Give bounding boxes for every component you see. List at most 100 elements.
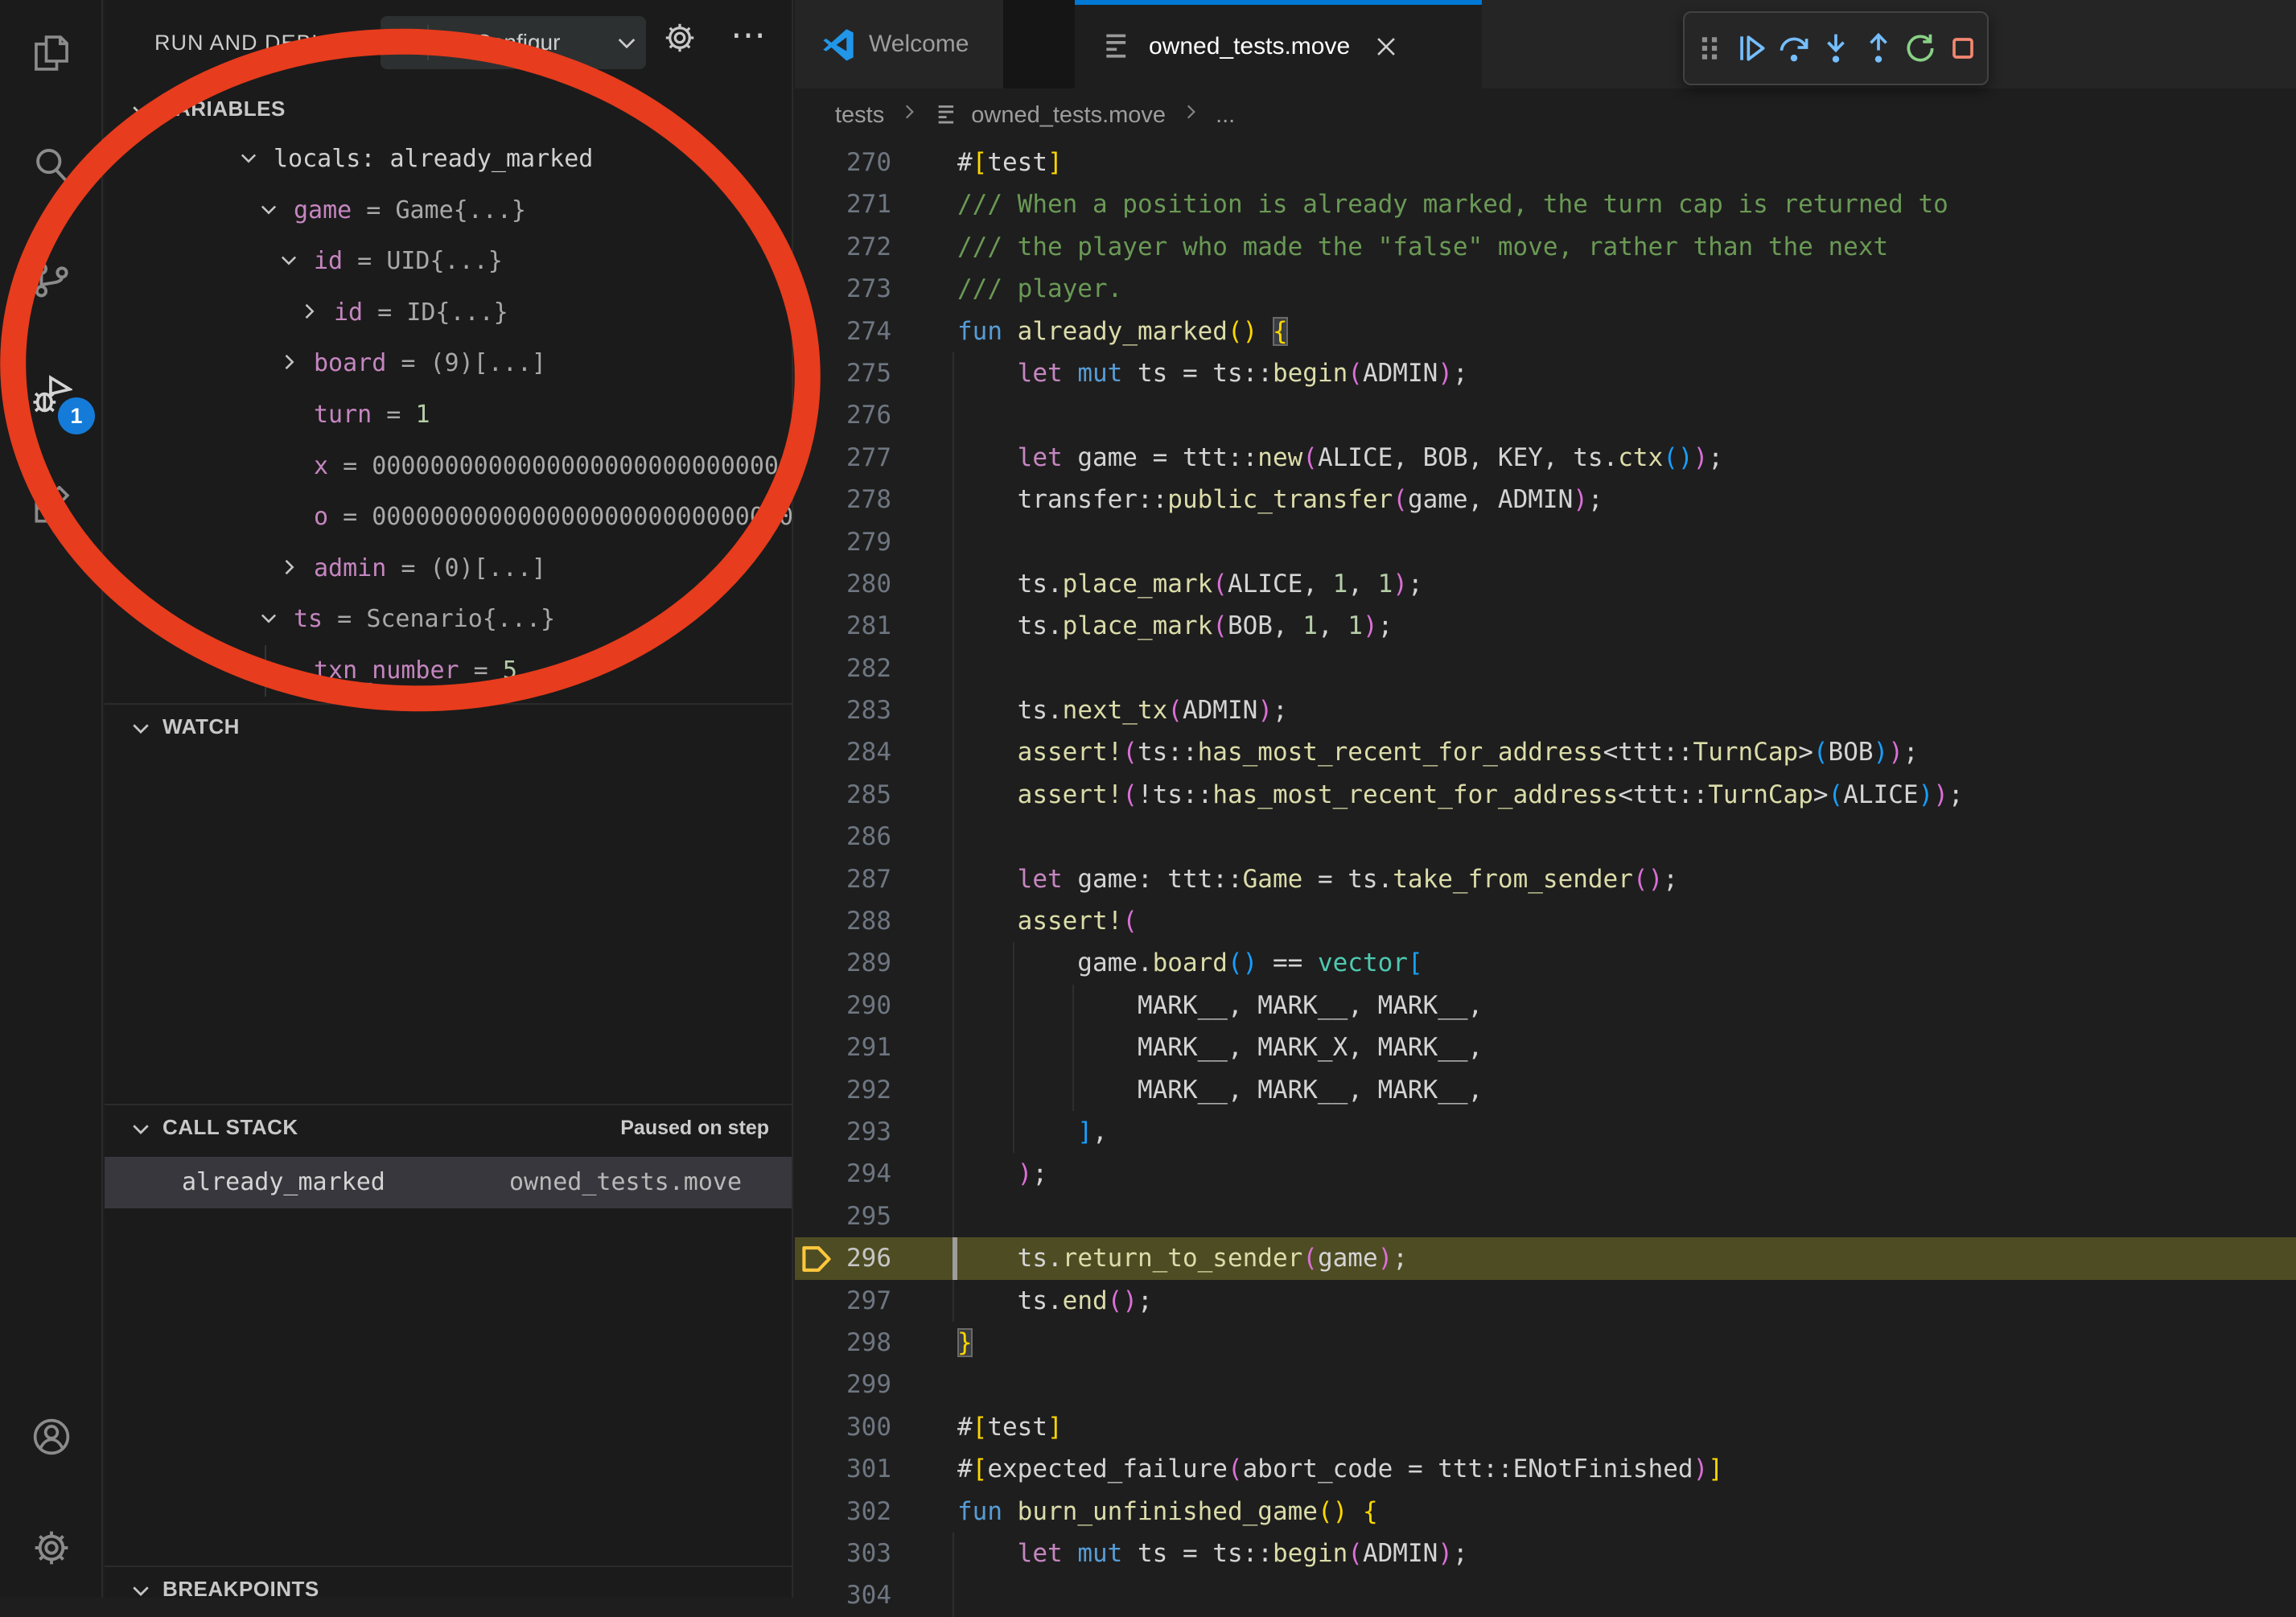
line-number[interactable]: 275: [795, 352, 891, 394]
code-line[interactable]: 271/// When a position is already marked…: [795, 183, 2296, 225]
line-number[interactable]: 304: [795, 1574, 891, 1616]
line-number[interactable]: 299: [795, 1364, 891, 1405]
code-editor[interactable]: 270#[test]271/// When a position is alre…: [795, 142, 2296, 1598]
more-actions-icon[interactable]: ⋯: [730, 14, 766, 56]
step-over-icon[interactable]: [1776, 31, 1812, 66]
variable-row[interactable]: ts = Scenario{...}: [105, 594, 792, 645]
line-number[interactable]: 278: [795, 479, 891, 520]
code-line[interactable]: 304: [795, 1574, 2296, 1616]
code-line[interactable]: 281 ts.place_mark(BOB, 1, 1);: [795, 605, 2296, 647]
tab-owned-tests-move[interactable]: owned_tests.move: [1075, 0, 1482, 88]
code-line[interactable]: 277 let game = ttt::new(ALICE, BOB, KEY,…: [795, 437, 2296, 479]
chevron-right-icon[interactable]: [278, 556, 300, 585]
code-line[interactable]: 292 MARK__, MARK__, MARK__,: [795, 1069, 2296, 1111]
code-line[interactable]: 298}: [795, 1322, 2296, 1364]
line-number[interactable]: 295: [795, 1195, 891, 1237]
line-number[interactable]: 271: [795, 183, 891, 225]
code-line[interactable]: 303 let mut ts = ts::begin(ADMIN);: [795, 1533, 2296, 1574]
code-line[interactable]: 295: [795, 1195, 2296, 1237]
code-line[interactable]: 278 transfer::public_transfer(game, ADMI…: [795, 479, 2296, 520]
code-line[interactable]: 276: [795, 394, 2296, 436]
code-line[interactable]: 274fun already_marked() {: [795, 311, 2296, 352]
chevron-down-icon[interactable]: [237, 146, 260, 175]
code-line[interactable]: 291 MARK__, MARK_X, MARK__,: [795, 1027, 2296, 1068]
line-number[interactable]: 276: [795, 394, 891, 436]
line-number[interactable]: 283: [795, 689, 891, 731]
line-number[interactable]: 303: [795, 1533, 891, 1574]
code-line[interactable]: 275 let mut ts = ts::begin(ADMIN);: [795, 352, 2296, 394]
line-number[interactable]: 292: [795, 1069, 891, 1111]
line-number[interactable]: 294: [795, 1153, 891, 1195]
chevron-down-icon[interactable]: [278, 249, 300, 278]
stop-icon[interactable]: [1945, 31, 1981, 66]
step-into-icon[interactable]: [1818, 31, 1854, 66]
line-number[interactable]: 290: [795, 985, 891, 1027]
code-line[interactable]: 289 game.board() == vector[: [795, 942, 2296, 984]
variable-row[interactable]: admin = (0)[...]: [105, 543, 792, 595]
close-tab-icon[interactable]: [1372, 33, 1400, 60]
line-number[interactable]: 286: [795, 816, 891, 858]
code-line[interactable]: 296 ts.return_to_sender(game);: [795, 1237, 2296, 1279]
call-stack-section-header[interactable]: CALL STACK Paused on step: [105, 1105, 792, 1150]
restart-icon[interactable]: [1903, 31, 1938, 66]
variable-row[interactable]: id = ID{...}: [105, 287, 792, 339]
chevron-down-icon[interactable]: [257, 607, 280, 636]
line-number[interactable]: 291: [795, 1027, 891, 1068]
settings-gear-icon[interactable]: [31, 1527, 72, 1569]
watch-section-header[interactable]: WATCH: [105, 705, 792, 750]
line-number[interactable]: 302: [795, 1491, 891, 1533]
line-number[interactable]: 285: [795, 774, 891, 816]
breadcrumb-item-tests[interactable]: tests: [835, 102, 884, 129]
variable-row[interactable]: board = (9)[...]: [105, 338, 792, 389]
line-number[interactable]: 293: [795, 1111, 891, 1153]
variable-row[interactable]: x = 0000000000000000000000000000000000…: [105, 441, 792, 492]
line-number[interactable]: 272: [795, 226, 891, 268]
line-number[interactable]: 270: [795, 142, 891, 183]
variable-row[interactable]: txn_number = 5: [105, 645, 792, 697]
tab-welcome[interactable]: Welcome: [795, 0, 1003, 88]
line-number[interactable]: 273: [795, 268, 891, 310]
chevron-right-icon[interactable]: [278, 351, 300, 380]
line-number[interactable]: 287: [795, 858, 891, 900]
call-stack-frame[interactable]: already_marked owned_tests.move: [105, 1157, 792, 1208]
line-number[interactable]: 281: [795, 605, 891, 647]
breakpoints-section-header[interactable]: BREAKPOINTS: [105, 1567, 792, 1612]
line-number[interactable]: 300: [795, 1406, 891, 1448]
code-line[interactable]: 283 ts.next_tx(ADMIN);: [795, 689, 2296, 731]
code-line[interactable]: 294 );: [795, 1153, 2296, 1195]
continue-icon[interactable]: [1734, 31, 1769, 66]
line-number[interactable]: 284: [795, 731, 891, 773]
code-line[interactable]: 297 ts.end();: [795, 1280, 2296, 1322]
variable-row[interactable]: o = 0000000000000000000000000000000000…: [105, 492, 792, 543]
code-line[interactable]: 285 assert!(!ts::has_most_recent_for_add…: [795, 774, 2296, 816]
code-line[interactable]: 299: [795, 1364, 2296, 1405]
line-number[interactable]: 282: [795, 648, 891, 689]
line-number[interactable]: 288: [795, 900, 891, 942]
code-line[interactable]: 288 assert!(: [795, 900, 2296, 942]
step-out-icon[interactable]: [1861, 31, 1896, 66]
variable-row[interactable]: game = Game{...}: [105, 185, 792, 237]
breadcrumb-item-symbol[interactable]: ...: [1216, 102, 1235, 129]
variables-section-header[interactable]: VARIABLES: [105, 87, 792, 132]
search-icon[interactable]: [31, 145, 72, 187]
drag-handle-icon[interactable]: [1692, 31, 1727, 66]
code-line[interactable]: 284 assert!(ts::has_most_recent_for_addr…: [795, 731, 2296, 773]
code-line[interactable]: 293 ],: [795, 1111, 2296, 1153]
code-line[interactable]: 287 let game: ttt::Game = ts.take_from_s…: [795, 858, 2296, 900]
code-line[interactable]: 300#[test]: [795, 1406, 2296, 1448]
line-number[interactable]: 301: [795, 1448, 891, 1490]
line-number[interactable]: 279: [795, 521, 891, 563]
code-line[interactable]: 290 MARK__, MARK__, MARK__,: [795, 985, 2296, 1027]
account-icon[interactable]: [31, 1416, 72, 1458]
line-number[interactable]: 277: [795, 437, 891, 479]
variable-row[interactable]: locals: already_marked: [105, 134, 792, 185]
variable-row[interactable]: id = UID{...}: [105, 236, 792, 287]
line-number[interactable]: 274: [795, 311, 891, 352]
line-number[interactable]: 297: [795, 1280, 891, 1322]
breadcrumb-item-file[interactable]: owned_tests.move: [971, 102, 1166, 129]
code-line[interactable]: 272/// the player who made the "false" m…: [795, 226, 2296, 268]
code-line[interactable]: 282: [795, 648, 2296, 689]
code-line[interactable]: 280 ts.place_mark(ALICE, 1, 1);: [795, 563, 2296, 605]
code-line[interactable]: 279: [795, 521, 2296, 563]
start-debug-icon[interactable]: [381, 25, 429, 60]
